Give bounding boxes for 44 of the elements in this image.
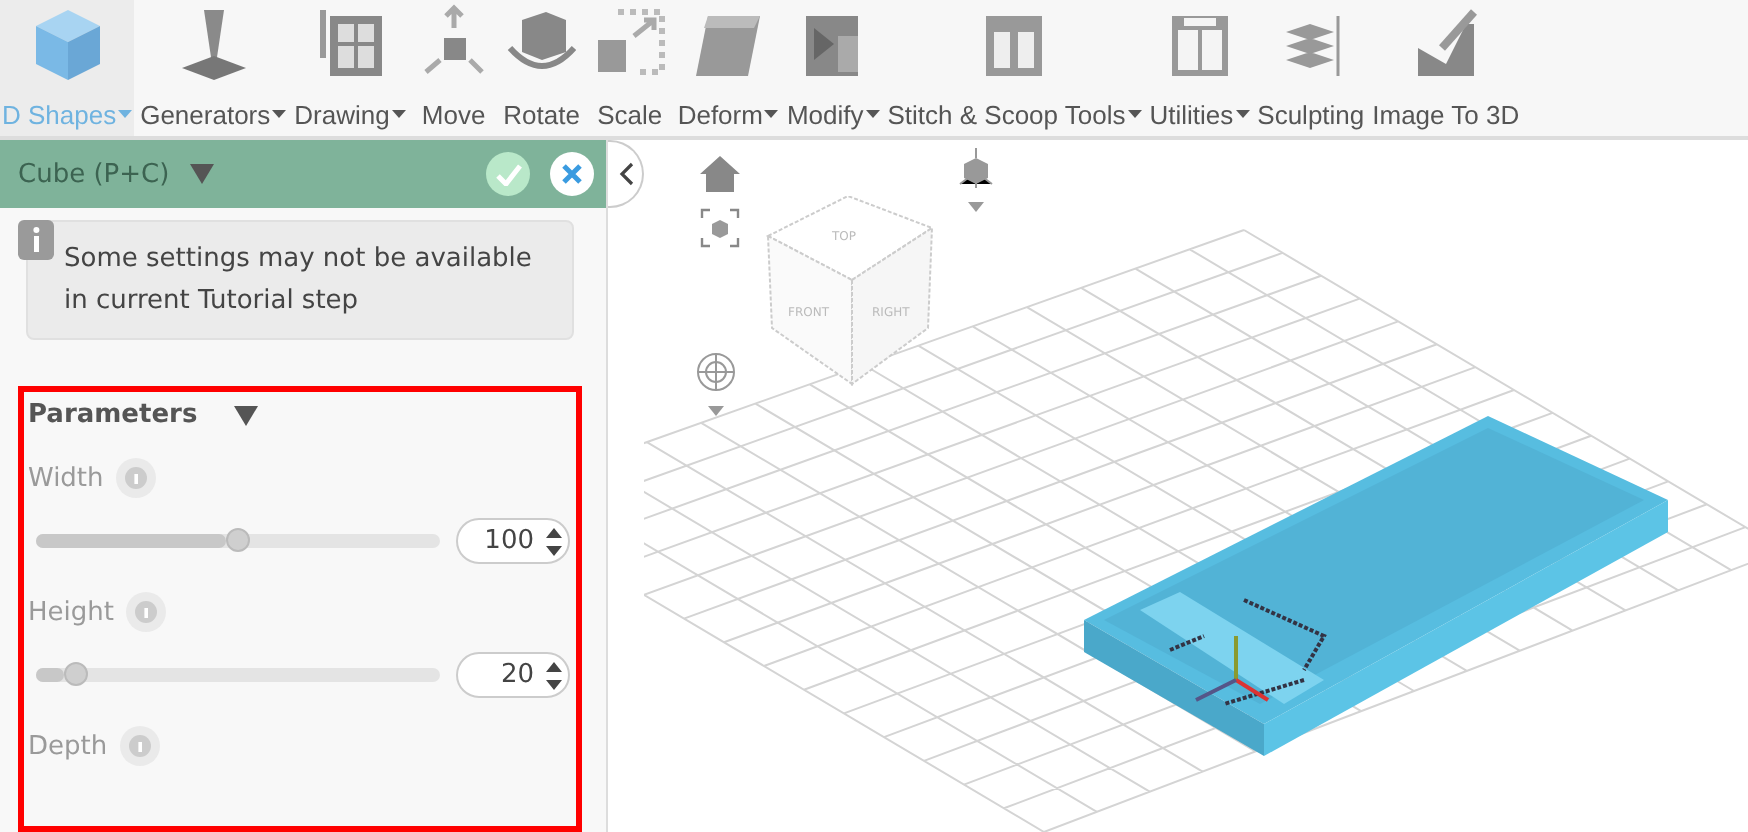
caret-icon: [865, 110, 880, 120]
collapse-button[interactable]: [608, 140, 644, 208]
parameter-label: Height: [28, 597, 114, 627]
caret-icon: [118, 110, 133, 120]
caret-icon: [764, 110, 779, 120]
toolbar-button[interactable]: Sculpting: [1255, 0, 1367, 136]
home-icon[interactable]: [700, 156, 740, 192]
info-icon: [18, 220, 54, 260]
caret-icon: [272, 110, 287, 120]
toolbar-button[interactable]: Generators: [138, 0, 289, 136]
toolbar-button[interactable]: Rotate: [499, 0, 584, 136]
close-icon: [562, 164, 582, 184]
info-icon[interactable]: [125, 592, 166, 632]
toolbar-button[interactable]: Move: [411, 0, 496, 136]
check-icon: [495, 163, 521, 185]
info-icon[interactable]: [115, 458, 156, 498]
parameter-label: Depth: [28, 731, 108, 761]
chevron-left-icon: [617, 162, 633, 186]
dropdown-icon[interactable]: [189, 164, 214, 184]
section-title: Parameters: [28, 400, 198, 430]
toolbar-button[interactable]: Modify: [784, 0, 882, 136]
globe-icon[interactable]: [696, 352, 736, 420]
caret-icon: [391, 110, 406, 120]
collapse-icon[interactable]: [233, 405, 258, 425]
caret-icon: [1127, 110, 1142, 120]
toolbar-button[interactable]: Utilities: [1147, 0, 1252, 136]
spinner-icon[interactable]: [546, 661, 562, 689]
toolbar-button[interactable]: Stitch & Scoop Tools: [885, 0, 1144, 136]
camera-cube-icon[interactable]: [956, 148, 996, 216]
toolbar-button[interactable]: Image To 3D: [1370, 0, 1522, 136]
parameter-label: Width: [28, 463, 104, 493]
info-icon[interactable]: [119, 726, 160, 766]
fit-view-icon[interactable]: [700, 208, 740, 248]
slider-track[interactable]: [36, 534, 440, 548]
confirm-button[interactable]: [486, 152, 530, 196]
close-button[interactable]: [550, 152, 594, 196]
toolbar-button[interactable]: Deform: [675, 0, 781, 136]
notice-text: Some settings may not be available in current Tutorial step: [64, 242, 534, 320]
toolbar-button[interactable]: Scale: [587, 0, 672, 136]
caret-icon: [1235, 110, 1250, 120]
panel-title: Cube (P+C): [18, 159, 170, 189]
toolbar-button[interactable]: Drawing: [292, 0, 408, 136]
slider-track[interactable]: [36, 668, 440, 682]
spinner-icon[interactable]: [546, 527, 562, 555]
